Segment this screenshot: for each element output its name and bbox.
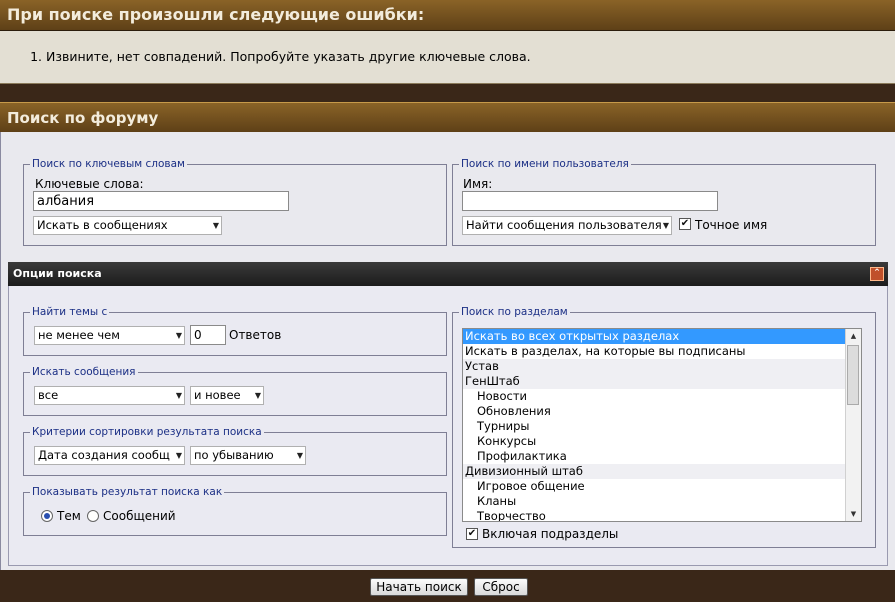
search-title: Поиск по форуму — [7, 109, 159, 127]
posts-direction-select[interactable]: и новее ▼ — [190, 386, 264, 405]
forum-option[interactable]: ГенШтаб — [463, 374, 861, 389]
sort-legend: Критерии сортировки результата поиска — [32, 426, 262, 438]
reset-button[interactable]: Сброс — [474, 578, 528, 596]
show-legend: Показывать результат поиска как — [32, 486, 223, 498]
errors-list: Извините, нет совпадений. Попробуйте ука… — [0, 31, 895, 64]
forums-legend: Поиск по разделам — [461, 306, 568, 318]
posts-period-select[interactable]: все ▼ — [34, 386, 185, 405]
options-title: Опции поиска — [13, 267, 102, 280]
errors-title: При поиске произошли следующие ошибки: — [7, 5, 425, 24]
posts-legend: Искать сообщения — [32, 366, 136, 378]
topics-legend: Найти темы с — [32, 306, 108, 318]
chevron-down-icon: ▼ — [175, 451, 182, 460]
replies-label: Ответов — [229, 328, 282, 342]
name-input[interactable] — [462, 191, 718, 211]
sort-order-value: по убыванию — [194, 448, 274, 462]
chevron-down-icon: ▼ — [175, 391, 182, 400]
error-item: Извините, нет совпадений. Попробуйте ука… — [46, 49, 895, 64]
options-header: Опции поиска ⌃ — [8, 262, 888, 286]
forum-option[interactable]: Творчество — [463, 509, 861, 521]
topics-compare-select[interactable]: не менее чем ▼ — [34, 326, 185, 345]
forum-option[interactable]: Игровое общение — [463, 479, 861, 494]
topics-compare-value: не менее чем — [38, 328, 120, 342]
start-search-button[interactable]: Начать поиск — [370, 578, 468, 596]
show-posts-label: Сообщений — [103, 509, 176, 523]
exact-name-label: Точное имя — [695, 218, 768, 232]
chevron-down-icon: ▼ — [254, 391, 261, 400]
user-legend: Поиск по имени пользователя — [461, 158, 629, 170]
keywords-scope-select[interactable]: Искать в сообщениях ▼ — [33, 216, 222, 235]
scroll-up-icon[interactable]: ▲ — [846, 329, 861, 343]
chevron-down-icon: ▼ — [296, 451, 303, 460]
forums-list: Искать во всех открытых разделах Искать в… — [463, 329, 861, 521]
user-mode-select[interactable]: Найти сообщения пользователя ▼ — [462, 216, 672, 235]
show-posts-radio[interactable] — [87, 510, 99, 522]
forum-option[interactable]: Новости — [463, 389, 861, 404]
exact-name-checkbox[interactable]: ✔ — [679, 218, 691, 230]
show-topics-label: Тем — [57, 509, 81, 523]
scroll-down-icon[interactable]: ▼ — [846, 507, 861, 521]
replies-count-input[interactable]: 0 — [190, 325, 226, 345]
include-sub-checkbox[interactable]: ✔ — [466, 528, 478, 540]
keywords-legend: Поиск по ключевым словам — [32, 158, 185, 170]
show-topics-radio[interactable] — [41, 510, 53, 522]
keywords-label: Ключевые слова: — [35, 177, 144, 191]
posts-period-value: все — [38, 388, 59, 402]
forum-option[interactable]: Обновления — [463, 404, 861, 419]
keywords-scope-value: Искать в сообщениях — [37, 218, 168, 232]
collapse-icon[interactable]: ⌃ — [870, 267, 884, 281]
forum-option[interactable]: Дивизионный штаб — [463, 464, 861, 479]
forum-option[interactable]: Кланы — [463, 494, 861, 509]
search-header: Поиск по форуму — [0, 102, 895, 132]
scroll-thumb[interactable] — [847, 345, 859, 405]
user-mode-value: Найти сообщения пользователя — [466, 218, 662, 232]
posts-direction-value: и новее — [194, 388, 241, 402]
forum-option[interactable]: Устав — [463, 359, 861, 374]
listbox-scrollbar[interactable]: ▲ ▼ — [845, 329, 861, 521]
errors-header: При поиске произошли следующие ошибки: — [0, 0, 895, 31]
sort-order-select[interactable]: по убыванию ▼ — [190, 446, 306, 465]
forum-option[interactable]: Конкурсы — [463, 434, 861, 449]
name-label: Имя: — [463, 177, 493, 191]
forum-option[interactable]: Турниры — [463, 419, 861, 434]
sort-by-value: Дата создания сообщ — [38, 448, 170, 462]
include-sub-label: Включая подразделы — [482, 527, 619, 541]
errors-panel: Извините, нет совпадений. Попробуйте ука… — [0, 31, 895, 84]
show-fieldset: Показывать результат поиска как — [23, 486, 447, 536]
sort-by-select[interactable]: Дата создания сообщ ▼ — [34, 446, 185, 465]
chevron-down-icon: ▼ — [212, 221, 219, 230]
forum-option[interactable]: Профилактика — [463, 449, 861, 464]
chevron-down-icon: ▼ — [175, 331, 182, 340]
forum-option[interactable]: Искать во всех открытых разделах — [463, 329, 861, 344]
forums-listbox[interactable]: Искать во всех открытых разделах Искать в… — [462, 328, 862, 522]
forum-option[interactable]: Искать в разделах, на которые вы подписа… — [463, 344, 861, 359]
keywords-input[interactable]: албания — [33, 191, 289, 211]
chevron-down-icon: ▼ — [662, 221, 669, 230]
